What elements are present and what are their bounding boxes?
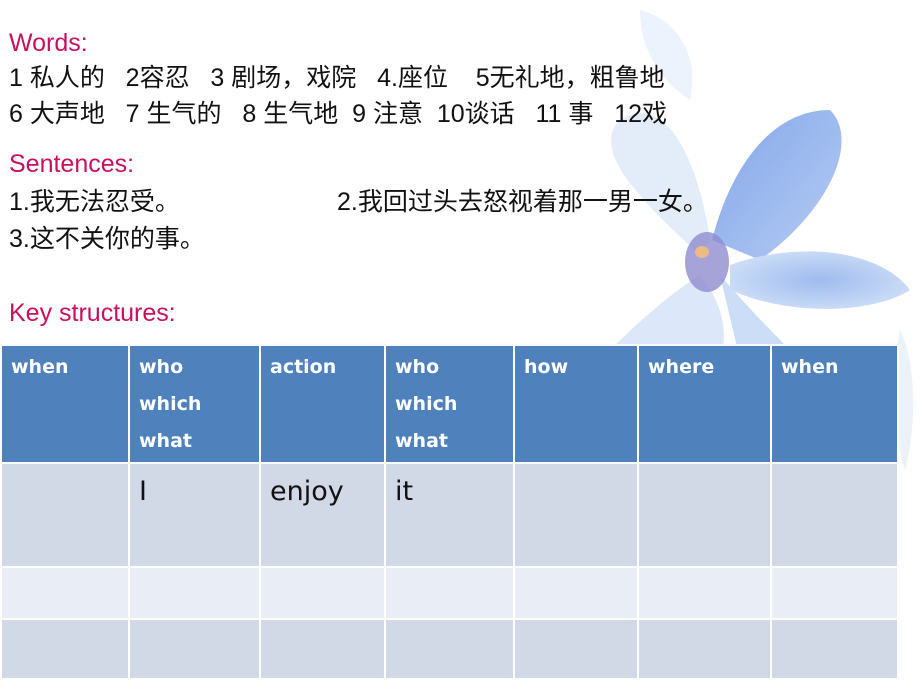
header-cell-when-2: when	[770, 344, 899, 464]
table-cell	[128, 618, 261, 680]
header-label: where	[648, 356, 715, 378]
header-label: who	[395, 356, 440, 378]
table-cell	[384, 566, 515, 620]
sentence-2: 2.我回过头去怒视着那一男一女。	[337, 188, 708, 216]
table-cell: I	[128, 462, 261, 568]
table-cell	[259, 618, 386, 680]
words-heading: Words:	[9, 29, 88, 57]
table-cell	[0, 462, 130, 568]
table-cell	[513, 462, 639, 568]
table-cell	[0, 566, 130, 620]
key-structures-heading: Key structures:	[9, 299, 176, 327]
header-label: when	[781, 356, 839, 378]
sentence-3: 3.这不关你的事。	[9, 225, 205, 253]
header-cell-action: action	[259, 344, 386, 464]
words-line-1: 1 私人的 2容忍 3 剧场，戏院 4.座位 5无礼地，粗鲁地	[9, 64, 665, 92]
header-cell-when: when	[0, 344, 130, 464]
table-cell: enjoy	[259, 462, 386, 568]
header-label: how	[524, 356, 569, 378]
header-cell-how: how	[513, 344, 639, 464]
header-label: which	[139, 393, 202, 415]
sentence-1: 1.我无法忍受。	[9, 188, 180, 216]
table-cell	[637, 618, 772, 680]
table-cell	[513, 566, 639, 620]
table-row	[0, 566, 899, 620]
table-cell	[770, 618, 899, 680]
header-cell-where: where	[637, 344, 772, 464]
header-label: who	[139, 356, 184, 378]
table-header-row: when who which what action who which wha…	[0, 344, 899, 464]
words-line-2: 6 大声地 7 生气的 8 生气地 9 注意 10谈话 11 事 12戏	[9, 100, 668, 128]
table-cell	[637, 566, 772, 620]
table-row	[0, 618, 899, 680]
table-cell: it	[384, 462, 515, 568]
sentences-heading: Sentences:	[9, 150, 135, 178]
table-cell	[770, 566, 899, 620]
table-cell	[637, 462, 772, 568]
table-cell	[0, 618, 130, 680]
table-cell	[513, 618, 639, 680]
table-row: I enjoy it	[0, 462, 899, 568]
table-cell	[128, 566, 261, 620]
header-label: what	[395, 430, 448, 452]
header-label: which	[395, 393, 458, 415]
header-label: what	[139, 430, 192, 452]
header-label: when	[11, 356, 69, 378]
header-cell-who-which-what-2: who which what	[384, 344, 515, 464]
header-cell-who-which-what: who which what	[128, 344, 261, 464]
table-cell	[384, 618, 515, 680]
table-cell	[259, 566, 386, 620]
table-cell	[770, 462, 899, 568]
header-label: action	[270, 356, 337, 378]
key-structures-table: when who which what action who which wha…	[0, 344, 899, 680]
